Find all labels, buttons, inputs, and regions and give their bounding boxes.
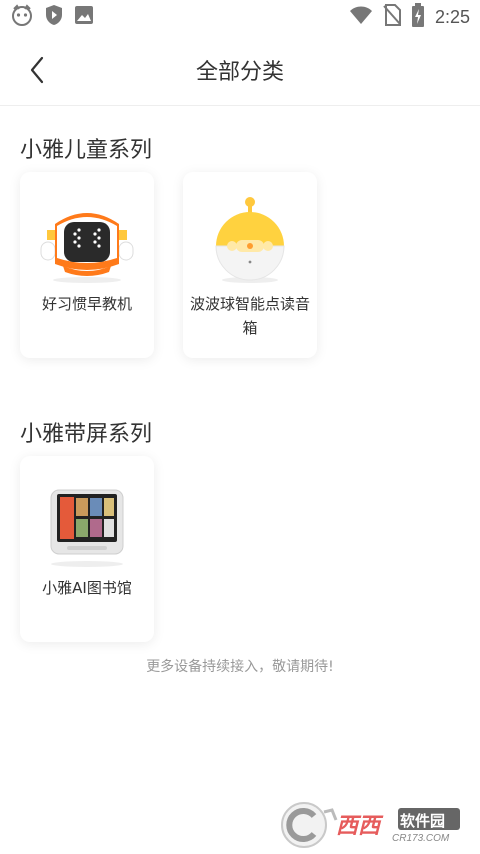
watermark-subtitle: 软件园: [400, 812, 446, 830]
screen-device-icon: [37, 478, 137, 568]
page-title: 全部分类: [195, 60, 284, 85]
device-card-ai-library[interactable]: 小雅AI图书馆: [20, 456, 154, 642]
header-bar: 全部分类: [0, 34, 480, 106]
robot-device-icon: [37, 194, 137, 284]
image-icon: [74, 5, 94, 29]
watermark-domain: CR173.COM: [392, 833, 450, 844]
device-label: 波波球智能点读音箱: [189, 295, 310, 337]
watermark-brand: 西西: [336, 814, 381, 839]
app-mascot-icon: [10, 4, 34, 30]
play-shield-icon: [44, 4, 64, 30]
device-label: 好习惯早教机: [41, 295, 132, 313]
battery-charging-icon: [411, 3, 425, 31]
yellow-ball-speaker-icon: [200, 194, 300, 284]
no-sim-icon: [383, 4, 401, 30]
watermark-logo: 西西 软件园 CR173.COM: [280, 800, 462, 850]
device-card-ball-speaker[interactable]: 波波球智能点读音箱: [183, 172, 317, 358]
wifi-icon: [349, 5, 373, 29]
device-label: 小雅AI图书馆: [42, 579, 132, 597]
section-title-screen: 小雅带屏系列: [20, 422, 153, 447]
status-time: 2:25: [434, 6, 470, 27]
device-card-habit-learning[interactable]: 好习惯早教机: [20, 172, 154, 358]
section-title-kids: 小雅儿童系列: [20, 138, 153, 163]
status-bar: 2:25: [0, 0, 480, 34]
footer-note: 更多设备持续接入，敬请期待!: [146, 659, 334, 675]
